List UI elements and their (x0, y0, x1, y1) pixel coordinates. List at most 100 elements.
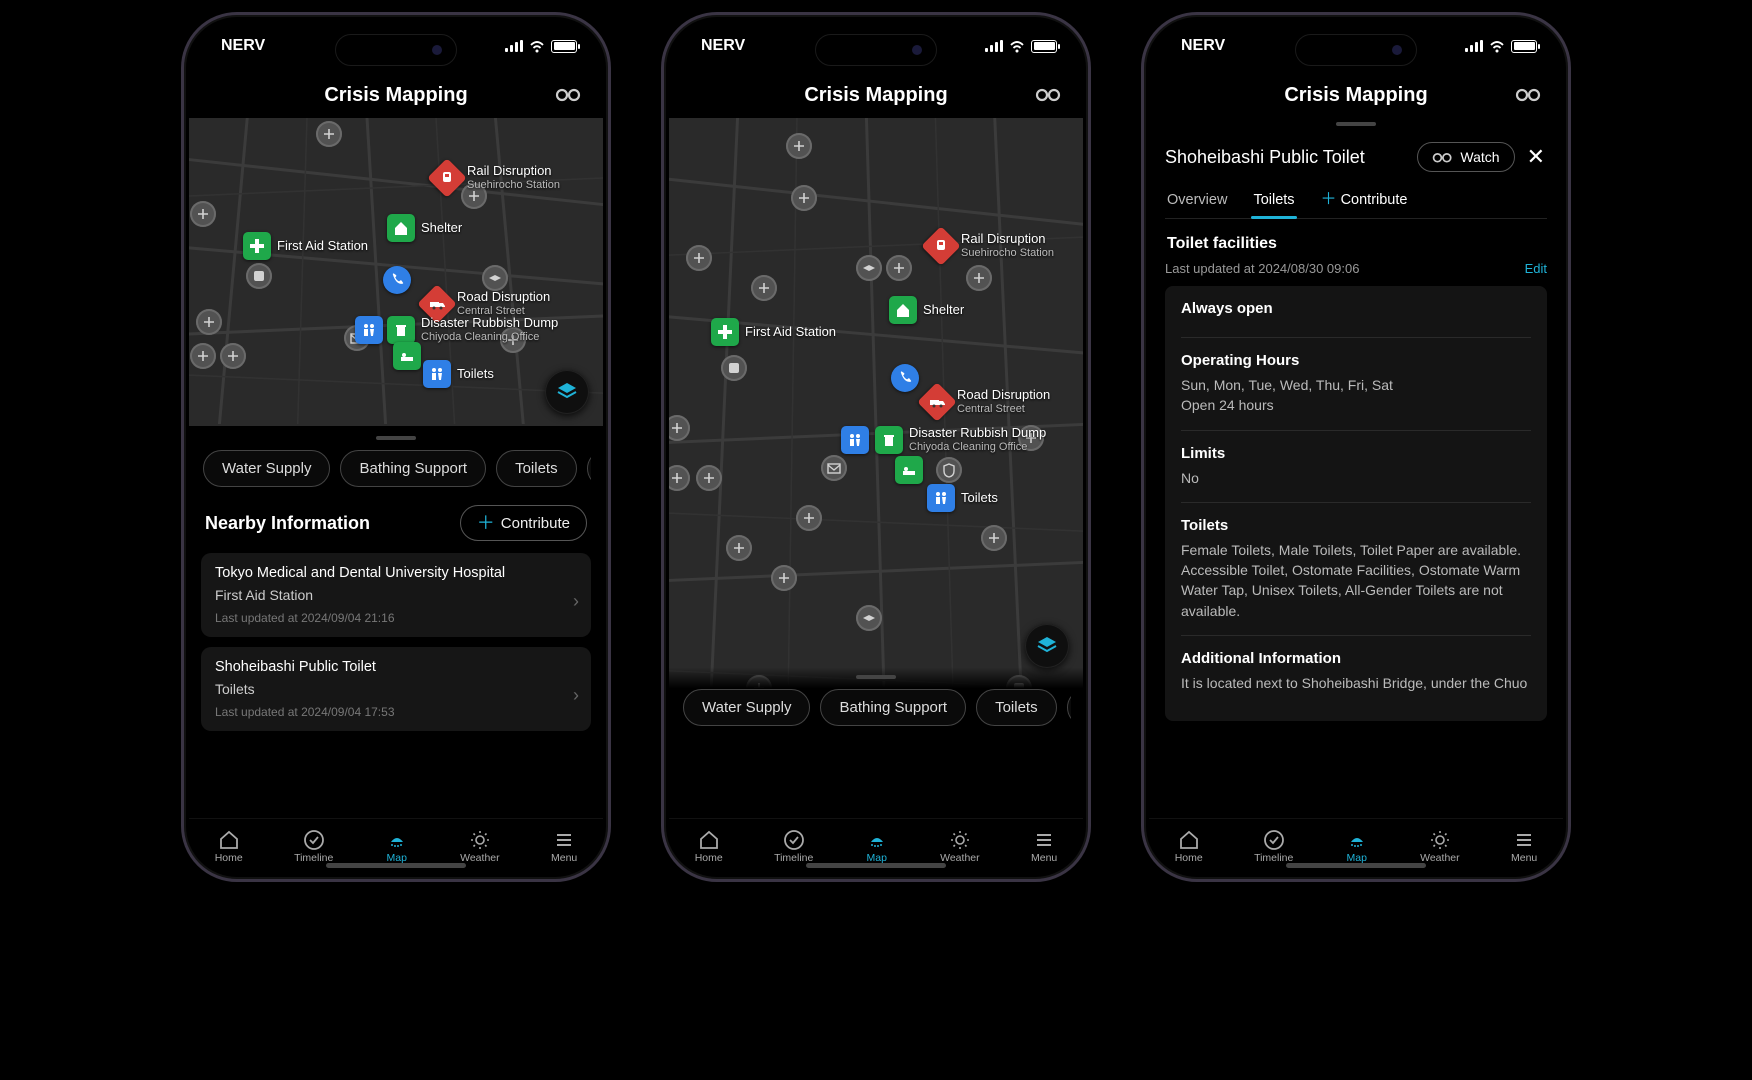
map-poi-dot[interactable] (771, 565, 797, 591)
contribute-button[interactable]: ＋ Contribute (460, 505, 587, 541)
view-mode-button[interactable] (553, 80, 583, 110)
page-title: Crisis Mapping (1284, 84, 1427, 107)
facilities-heading: Toilet facilities (1167, 235, 1545, 253)
map-poi-dot[interactable] (686, 245, 712, 271)
chip-bathing-support[interactable]: Bathing Support (820, 689, 966, 726)
chip-toilets[interactable]: Toilets (976, 689, 1057, 726)
edit-link[interactable]: Edit (1525, 261, 1547, 276)
view-mode-button[interactable] (1033, 80, 1063, 110)
map-poi-dot[interactable] (196, 309, 222, 335)
chip-water-supply[interactable]: Water Supply (203, 450, 330, 487)
nearby-card[interactable]: Tokyo Medical and Dental University Hosp… (201, 553, 591, 637)
nav-weather[interactable]: Weather (1420, 828, 1460, 864)
contribute-label: Contribute (501, 515, 570, 532)
view-mode-button[interactable] (1513, 80, 1543, 110)
map-poi-dot[interactable] (482, 265, 508, 291)
map-pin-toilets-icon[interactable] (355, 316, 383, 344)
map-poi-dot[interactable] (316, 121, 342, 147)
card-category: Toilets (215, 681, 577, 697)
map-pin-firstaid[interactable]: First Aid Station (243, 232, 368, 260)
map-pin-phone[interactable] (891, 364, 919, 392)
pin-label: Road Disruption (957, 387, 1050, 402)
nav-weather[interactable]: Weather (460, 828, 500, 864)
map-pin-phone[interactable] (383, 266, 411, 294)
nav-timeline[interactable]: Timeline (774, 828, 813, 864)
map-poi-dot[interactable] (751, 275, 777, 301)
chip-more[interactable]: Sup (587, 450, 591, 487)
nav-menu[interactable]: Menu (1511, 828, 1537, 864)
sheet-grabber[interactable] (856, 675, 896, 679)
nav-map[interactable]: Map (1345, 828, 1369, 864)
chip-bathing-support[interactable]: Bathing Support (340, 450, 486, 487)
map-poi-dot[interactable] (856, 255, 882, 281)
chip-toilets[interactable]: Toilets (496, 450, 577, 487)
map-pin-toilets[interactable]: Toilets (927, 484, 998, 512)
nav-weather[interactable]: Weather (940, 828, 980, 864)
tab-toilets[interactable]: Toilets (1251, 186, 1296, 218)
map-pin-toilets-icon[interactable] (841, 426, 869, 454)
map-poi-dot[interactable] (856, 605, 882, 631)
map-pin-toilets[interactable]: Toilets (423, 360, 494, 388)
nav-home[interactable]: Home (1175, 828, 1203, 864)
close-button[interactable]: ✕ (1525, 140, 1547, 174)
carrier-label: NERV (221, 37, 265, 55)
map-pin-rail[interactable]: Rail DisruptionSuehirocho Station (433, 164, 560, 192)
map-pin-rubbish[interactable]: Disaster Rubbish DumpChiyoda Cleaning Of… (875, 426, 1046, 454)
chip-water-supply[interactable]: Water Supply (683, 689, 810, 726)
map-pin-rail[interactable]: Rail DisruptionSuehirocho Station (927, 232, 1054, 260)
map-poi-dot[interactable] (721, 355, 747, 381)
detail-tabs: Overview Toilets ＋Contribute (1165, 186, 1547, 219)
bottom-sheet[interactable]: Water Supply Bathing Support Toilets Sup… (189, 426, 603, 818)
nav-home[interactable]: Home (695, 828, 723, 864)
tab-contribute[interactable]: ＋Contribute (1319, 186, 1410, 218)
map-view[interactable]: Rail DisruptionSuehirocho Station Shelte… (189, 118, 603, 428)
watch-button[interactable]: Watch (1417, 142, 1514, 172)
chevron-right-icon: › (573, 685, 579, 706)
sheet-grabber[interactable] (376, 436, 416, 440)
map-pin-road[interactable]: Road DisruptionCentral Street (423, 290, 550, 318)
nav-menu[interactable]: Menu (551, 828, 577, 864)
map-poi-dot[interactable] (936, 457, 962, 483)
always-open-label: Always open (1181, 300, 1531, 317)
filter-chips: Water Supply Bathing Support Toilets Sup (201, 450, 591, 501)
map-pin-bed[interactable] (895, 456, 923, 484)
map-pin-shelter[interactable]: Shelter (889, 296, 964, 324)
layers-button[interactable] (1025, 624, 1069, 668)
map-poi-dot[interactable] (246, 263, 272, 289)
nearby-card[interactable]: Shoheibashi Public Toilet Toilets Last u… (201, 647, 591, 731)
map-poi-dot[interactable] (726, 535, 752, 561)
map-view[interactable]: Rail DisruptionSuehirocho Station Shelte… (669, 118, 1083, 738)
pin-label: Disaster Rubbish Dump (421, 315, 558, 330)
wifi-icon (1009, 40, 1025, 53)
pin-sublabel: Central Street (957, 403, 1050, 416)
map-poi-dot[interactable] (981, 525, 1007, 551)
additional-heading: Additional Information (1181, 650, 1531, 667)
tab-overview[interactable]: Overview (1165, 186, 1229, 218)
map-pin-road[interactable]: Road DisruptionCentral Street (923, 388, 1050, 416)
plus-icon: ＋ (1321, 191, 1337, 208)
map-poi-dot[interactable] (786, 133, 812, 159)
map-pin-shelter[interactable]: Shelter (387, 214, 462, 242)
map-poi-dot[interactable] (966, 265, 992, 291)
map-poi-dot[interactable] (791, 185, 817, 211)
map-poi-dot[interactable] (886, 255, 912, 281)
sheet-grabber[interactable] (1336, 122, 1376, 126)
map-pin-bed[interactable] (393, 342, 421, 370)
map-poi-dot[interactable] (190, 201, 216, 227)
map-poi-dot[interactable] (696, 465, 722, 491)
nav-timeline[interactable]: Timeline (1254, 828, 1293, 864)
map-poi-dot[interactable] (220, 343, 246, 369)
layers-button[interactable] (545, 370, 589, 414)
nav-map[interactable]: Map (865, 828, 889, 864)
nav-map[interactable]: Map (385, 828, 409, 864)
map-pin-firstaid[interactable]: First Aid Station (711, 318, 836, 346)
facility-panel: Always open Operating Hours Sun, Mon, Tu… (1165, 286, 1547, 721)
nav-timeline[interactable]: Timeline (294, 828, 333, 864)
map-poi-dot[interactable] (821, 455, 847, 481)
nav-home[interactable]: Home (215, 828, 243, 864)
map-pin-rubbish[interactable]: Disaster Rubbish DumpChiyoda Cleaning Of… (387, 316, 558, 344)
map-poi-dot[interactable] (190, 343, 216, 369)
map-poi-dot[interactable] (796, 505, 822, 531)
chip-more[interactable]: Sup (1067, 689, 1071, 726)
nav-menu[interactable]: Menu (1031, 828, 1057, 864)
